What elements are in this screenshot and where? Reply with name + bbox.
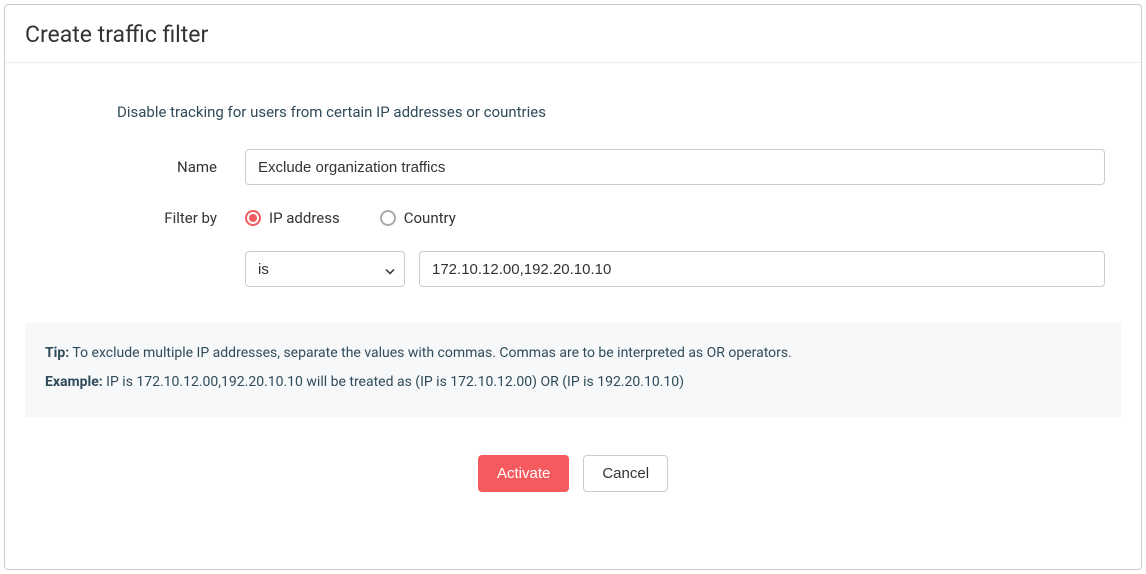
example-label: Example: <box>45 374 103 390</box>
radio-country[interactable]: Country <box>380 209 456 227</box>
tip-label: Tip: <box>45 345 69 361</box>
name-row: Name <box>25 149 1121 185</box>
filter-by-label: Filter by <box>25 209 245 227</box>
filter-by-radio-group: IP address Country <box>245 209 456 227</box>
create-traffic-filter-modal: Create traffic filter Disable tracking f… <box>4 4 1142 570</box>
operator-select[interactable]: is <box>245 251 405 287</box>
filter-by-row: Filter by IP address Country <box>25 209 1121 227</box>
radio-country-label: Country <box>404 209 456 227</box>
name-input[interactable] <box>245 149 1105 185</box>
modal-header: Create traffic filter <box>5 5 1141 63</box>
modal-title: Create traffic filter <box>25 21 1121 48</box>
modal-body: Disable tracking for users from certain … <box>5 63 1141 532</box>
operator-select-wrapper: is <box>245 251 405 287</box>
tip-box: Tip: To exclude multiple IP addresses, s… <box>25 323 1121 417</box>
example-line: Example: IP is 172.10.12.00,192.20.10.10… <box>45 370 1101 395</box>
name-label: Name <box>25 158 245 176</box>
radio-ip-address[interactable]: IP address <box>245 209 340 227</box>
radio-unselected-icon <box>380 210 396 226</box>
example-text: IP is 172.10.12.00,192.20.10.10 will be … <box>103 374 684 390</box>
condition-value-input[interactable] <box>419 251 1105 287</box>
tip-text: To exclude multiple IP addresses, separa… <box>69 345 792 361</box>
cancel-button[interactable]: Cancel <box>583 455 668 492</box>
radio-selected-icon <box>245 210 261 226</box>
modal-footer: Activate Cancel <box>25 417 1121 512</box>
modal-description: Disable tracking for users from certain … <box>117 103 1121 121</box>
filter-condition-row: is <box>245 251 1105 287</box>
tip-line: Tip: To exclude multiple IP addresses, s… <box>45 341 1101 366</box>
activate-button[interactable]: Activate <box>478 455 569 492</box>
radio-ip-label: IP address <box>269 209 340 227</box>
